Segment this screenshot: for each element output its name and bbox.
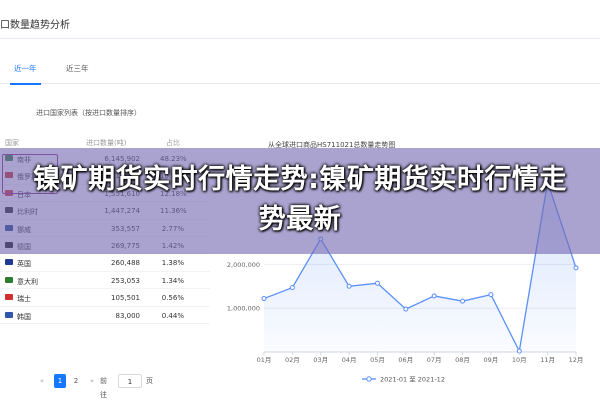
import-quantity: 253,053 [111,276,140,285]
period-tabs: 近一年 近三年 [0,58,600,85]
table-title: 进口国家列表（按进口数量排序） [36,109,141,117]
x-tick-label: 07月 [427,356,442,364]
x-tick-label: 06月 [398,356,413,364]
x-tick-label: 08月 [455,356,470,364]
data-point [346,283,352,289]
goto-page-input[interactable]: 1 [118,374,142,388]
header-share: 占比 [166,139,180,147]
page-1-button[interactable]: 1 [54,374,66,388]
x-tick-label: 04月 [342,356,357,364]
import-quantity: 260,488 [111,259,140,268]
import-quantity: 105,501 [111,294,140,303]
data-point [460,298,466,304]
x-tick-label: 12月 [569,356,584,364]
table-row[interactable]: 英国 260,488 1.38% [0,254,210,272]
data-point [488,292,494,298]
data-point [431,293,437,299]
tab-last-three-years[interactable]: 近三年 [66,58,89,84]
goto-label: 前往 [100,377,107,399]
table-row[interactable]: 意大利 253,053 1.34% [0,272,210,290]
country-name: 意大利 [17,277,38,286]
title-divider [0,38,600,39]
table-row[interactable]: 瑞士 105,501 0.56% [0,289,210,307]
x-tick-label: 01月 [257,356,272,364]
import-quantity: 83,000 [115,311,141,320]
flag-icon [5,294,13,301]
x-tick-label: 02月 [285,356,300,364]
data-point [261,296,267,302]
x-tick-label: 05月 [370,356,385,364]
flag-icon [5,311,13,318]
next-page-button[interactable]: » [86,374,98,388]
flag-icon [5,276,13,283]
flag-icon [5,259,13,266]
x-tick-label: 03月 [313,356,328,364]
table-row[interactable]: 韩国 83,000 0.44% [0,307,210,324]
y-tick-label: 1,000,000 [227,305,260,313]
tab-last-year[interactable]: 近一年 [10,58,40,85]
country-name: 英国 [17,260,31,269]
data-point [289,285,295,291]
legend-marker-icon [366,376,372,382]
country-name: 瑞士 [17,295,31,304]
legend-label: 2021-01 至 2021-12 [380,376,445,384]
data-point [374,280,380,286]
header-quantity: 进口数量(吨) [86,139,127,147]
import-share: 0.56% [161,294,184,303]
data-point [516,348,522,354]
country-name: 韩国 [17,312,31,321]
data-point [403,306,409,312]
x-tick-label: 10月 [512,356,527,364]
y-tick-label: 2,000,000 [227,261,260,269]
prev-page-button[interactable]: « [36,374,48,388]
x-tick-label: 09月 [484,356,499,364]
import-share: 1.38% [161,259,184,268]
headline: 镍矿期货实时行情走势:镍矿期货实时行情走势最新 [33,164,567,235]
page-title: 口数量趋势分析 [0,20,70,31]
import-share: 0.44% [161,311,184,320]
import-share: 1.34% [161,276,184,285]
page-2-button[interactable]: 2 [70,374,82,388]
data-point [573,265,579,271]
header-country: 国家 [5,139,19,147]
x-tick-label: 11月 [540,356,555,364]
page-suffix: 页 [146,377,153,385]
